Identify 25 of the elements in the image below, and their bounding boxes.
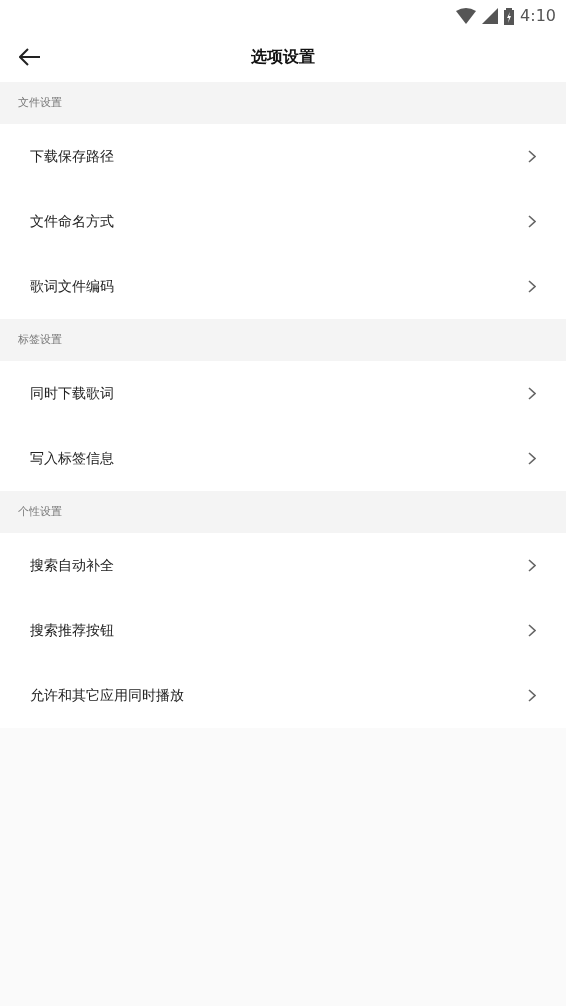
settings-row[interactable]: 搜索自动补全: [0, 533, 566, 598]
chevron-right-icon: [528, 280, 536, 293]
chevron-right-icon: [528, 387, 536, 400]
settings-row[interactable]: 搜索推荐按钮: [0, 598, 566, 663]
chevron-right-icon: [528, 452, 536, 465]
settings-row[interactable]: 下载保存路径: [0, 124, 566, 189]
wifi-icon: [456, 8, 477, 24]
battery-icon: [504, 7, 515, 25]
chevron-right-icon: [528, 689, 536, 702]
chevron-right-icon: [528, 624, 536, 637]
settings-row[interactable]: 允许和其它应用同时播放: [0, 663, 566, 728]
status-time: 4:10: [520, 5, 556, 27]
section-header: 标签设置: [0, 319, 566, 361]
settings-row[interactable]: 写入标签信息: [0, 426, 566, 491]
chevron-right-icon: [528, 559, 536, 572]
page-title: 选项设置: [251, 46, 315, 68]
settings-row[interactable]: 同时下载歌词: [0, 361, 566, 426]
section-header: 文件设置: [0, 82, 566, 124]
chevron-right-icon: [528, 150, 536, 163]
back-arrow-icon: [19, 48, 41, 66]
signal-icon: [482, 8, 499, 24]
settings-row[interactable]: 歌词文件编码: [0, 254, 566, 319]
chevron-right-icon: [528, 215, 536, 228]
section-header: 个性设置: [0, 491, 566, 533]
settings-row[interactable]: 文件命名方式: [0, 189, 566, 254]
